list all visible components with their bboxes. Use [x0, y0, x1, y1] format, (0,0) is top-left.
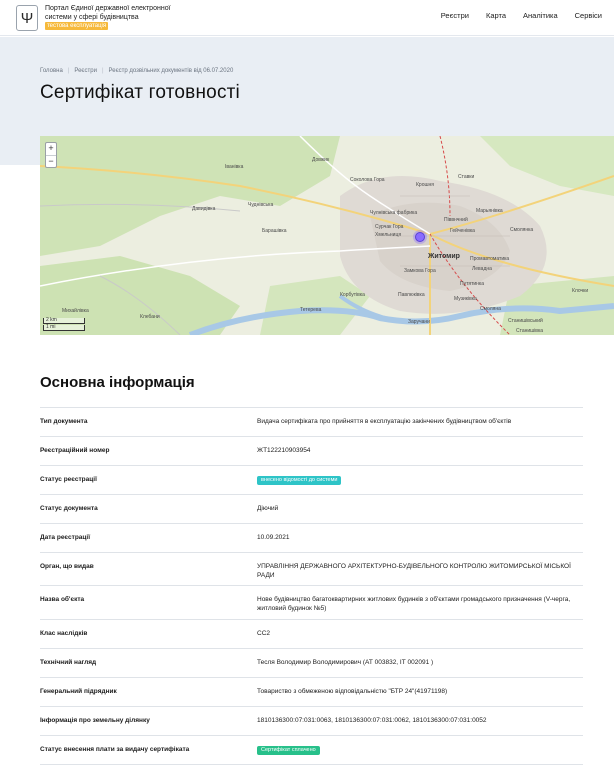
- map-label: Путятинка: [460, 281, 484, 287]
- scale-mi: 1 mi: [43, 325, 85, 331]
- map-label: Смолянка: [510, 227, 533, 233]
- nav-analytics[interactable]: Аналітика: [523, 11, 558, 20]
- map-label: Корбутівка: [340, 292, 365, 298]
- map-label: Іванівка: [225, 164, 244, 170]
- info-row: Генеральний підрядник Товариство з обмеж…: [40, 678, 583, 707]
- info-key: Технічний нагляд: [40, 659, 97, 666]
- nav-map[interactable]: Карта: [486, 11, 506, 20]
- registration-status-badge: внесено відомості до системи: [257, 476, 342, 485]
- map-label: Давидівка: [192, 206, 216, 212]
- info-row: Орган, що видав УПРАВЛІННЯ ДЕРЖАВНОГО АР…: [40, 553, 583, 586]
- map-label: Станишівка: [516, 328, 543, 334]
- info-key: Дата реєстрації: [40, 534, 91, 541]
- info-row: Інформація про земельну ділянку 18101363…: [40, 707, 583, 736]
- info-key: Назва об'єкта: [40, 596, 85, 603]
- map-label: Заручани: [408, 319, 430, 325]
- map-label: Замкова Гора: [404, 268, 436, 274]
- section-title: Основна інформація: [40, 374, 195, 391]
- payment-status-badge: Сертифікат сплачено: [257, 746, 320, 755]
- info-key: Реєстраційний номер: [40, 447, 110, 454]
- info-value: Тесля Володимир Володимирович (АТ 003832…: [257, 659, 434, 666]
- info-key: Орган, що видав: [40, 563, 94, 570]
- brand-text: Портал Єдиної державної електронної сист…: [45, 5, 171, 21]
- info-value: Нове будівництво багатоквартирних житлов…: [257, 596, 571, 612]
- map-label: Піввнчний: [444, 216, 468, 223]
- info-value: СС2: [257, 630, 271, 637]
- info-row: Клас наслідків СС2: [40, 620, 583, 649]
- map-label: Марьянівка: [476, 208, 503, 214]
- info-value: Видача сертифіката про прийняття в експл…: [257, 418, 512, 425]
- info-table: Тип документа Видача сертифіката про при…: [40, 407, 583, 765]
- map-label: Сурчак Гора: [375, 224, 404, 230]
- breadcrumb-separator: |: [101, 68, 104, 74]
- zoom-out-button[interactable]: −: [46, 155, 56, 167]
- info-row: Дата реєстрації 10.09.2021: [40, 524, 583, 553]
- breadcrumb: Головна | Реєстри | Реєстр дозвільних до…: [40, 68, 233, 74]
- breadcrumb-current: Реєстр дозвільних документів від 06.07.2…: [108, 68, 234, 74]
- page-title: Сертифікат готовності: [40, 82, 240, 103]
- info-value: внесено відомості до системи: [257, 466, 583, 494]
- map-label: Гейченівка: [450, 227, 475, 234]
- breadcrumb-registries[interactable]: Реєстри: [74, 68, 97, 74]
- breadcrumb-separator: |: [67, 68, 70, 74]
- test-mode-badge: тестова експлуатація: [45, 22, 109, 30]
- info-key: Статус документа: [40, 505, 98, 512]
- map-label: Клочки: [572, 288, 588, 294]
- map-label: Тетерева: [300, 307, 322, 313]
- map-label: Клебани: [140, 314, 160, 320]
- map-label: Музиківка: [454, 296, 477, 302]
- map-label: Михайлівка: [62, 307, 89, 314]
- portal-brand[interactable]: Портал Єдиної державної електронної сист…: [45, 5, 185, 31]
- info-value: Товариство з обмеженою відповідальністю …: [257, 688, 448, 695]
- map-label: Смоляна: [480, 306, 501, 312]
- map-label: Павлюківка: [398, 292, 425, 298]
- map-label: Ставки: [458, 174, 474, 180]
- map-label: Барашівка: [262, 228, 287, 234]
- map-label: Довжик: [312, 157, 330, 163]
- info-key: Інформація про земельну ділянку: [40, 717, 150, 724]
- info-row: Статус документа Діючий: [40, 495, 583, 524]
- map-label: Промавтоматика: [470, 256, 509, 262]
- map-label: Чуднівська: [248, 202, 273, 208]
- info-row: Статус реєстрації внесено відомості до с…: [40, 466, 583, 495]
- info-key: Статус внесення плати за видачу сертифік…: [40, 746, 190, 753]
- info-key: Клас наслідків: [40, 630, 88, 637]
- info-row: Реєстраційний номер ЖТ122210903954: [40, 437, 583, 466]
- location-map[interactable]: Іванівка Довжик Соколова Гора Крошня Ста…: [40, 136, 614, 335]
- info-value: Діючий: [257, 505, 279, 512]
- info-key: Генеральний підрядник: [40, 688, 117, 695]
- nav-services[interactable]: Сервіси: [575, 11, 602, 20]
- info-key: Тип документа: [40, 418, 88, 425]
- info-row: Технічний нагляд Тесля Володимир Володим…: [40, 649, 583, 678]
- trident-icon[interactable]: Ψ: [16, 5, 38, 31]
- info-value: ЖТ122210903954: [257, 447, 311, 454]
- info-value: УПРАВЛІННЯ ДЕРЖАВНОГО АРХІТЕКТУРНО-БУДІВ…: [257, 563, 571, 579]
- map-label: Соколова Гора: [350, 177, 385, 183]
- top-navigation-bar: Ψ Портал Єдиної державної електронної си…: [0, 0, 614, 36]
- map-scale: 2 km 1 mi: [43, 318, 85, 332]
- map-label: Станишівський: [508, 317, 543, 324]
- city-label: Житомир: [427, 253, 460, 260]
- map-label: Чулнівська фабрика: [370, 210, 417, 216]
- info-row: Тип документа Видача сертифіката про при…: [40, 408, 583, 437]
- map-canvas[interactable]: Іванівка Довжик Соколова Гора Крошня Ста…: [40, 136, 614, 335]
- info-row: Статус внесення плати за видачу сертифік…: [40, 736, 583, 765]
- map-label: Левадна: [472, 266, 492, 272]
- map-label: Крошня: [416, 182, 434, 188]
- zoom-control: + −: [45, 142, 57, 168]
- location-marker-icon[interactable]: [415, 232, 425, 242]
- zoom-in-button[interactable]: +: [46, 143, 56, 155]
- info-value: Сертифікат сплачено: [257, 736, 583, 764]
- info-value: 1810136300:07:031:0063, 1810136300:07:03…: [257, 717, 487, 724]
- breadcrumb-home[interactable]: Головна: [40, 68, 63, 74]
- info-key: Статус реєстрації: [40, 476, 97, 483]
- nav-registries[interactable]: Реєстри: [441, 11, 469, 20]
- main-nav: Реєстри Карта Аналітика Сервіси: [441, 11, 602, 20]
- info-row: Назва об'єкта Нове будівництво багатоква…: [40, 586, 583, 620]
- map-label: Хмельниця: [375, 232, 401, 238]
- info-value: 10.09.2021: [257, 534, 290, 541]
